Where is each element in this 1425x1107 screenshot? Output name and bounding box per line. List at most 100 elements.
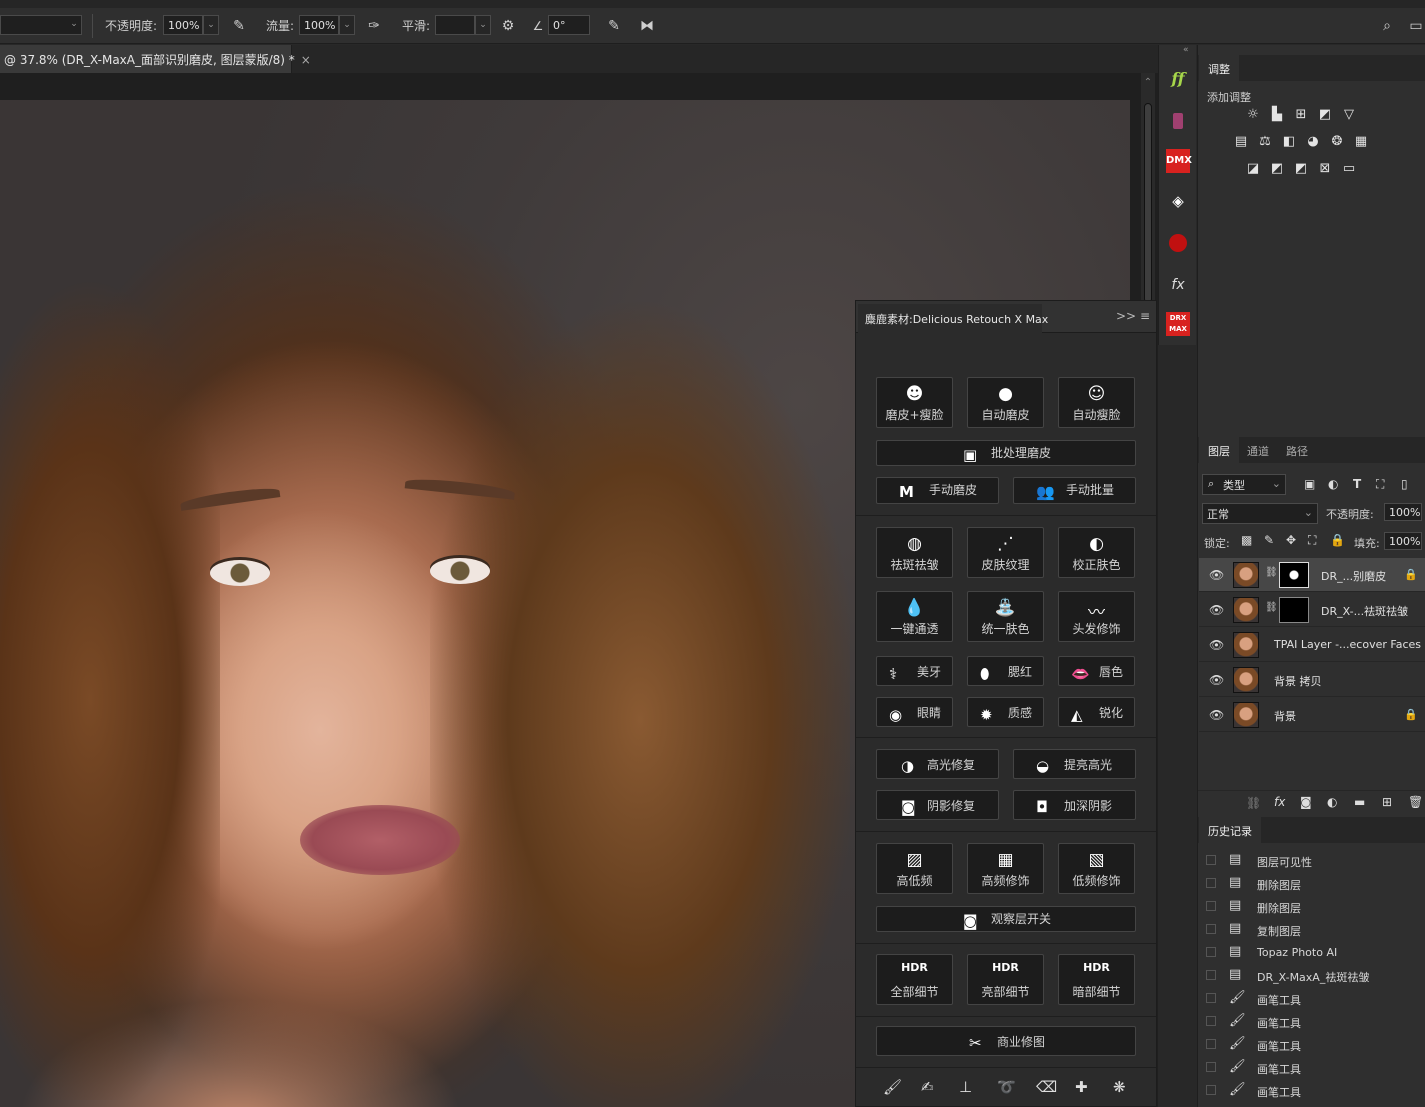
- stamp-icon[interactable]: ⊥: [959, 1078, 972, 1096]
- layer-row[interactable]: 👁 TPAI Layer -...ecover Faces: [1199, 628, 1425, 662]
- deepen-shadow-button[interactable]: ◘ 加深阴影: [1013, 790, 1136, 820]
- mixer-brush-icon[interactable]: ✍: [921, 1078, 934, 1096]
- collapse-icon[interactable]: >>: [1116, 309, 1136, 323]
- lock-all-icon[interactable]: 🔒: [1330, 533, 1345, 547]
- flow-dropdown[interactable]: ⌄: [339, 15, 355, 35]
- brighten-highlight-button[interactable]: ◒ 提亮高光: [1013, 749, 1136, 779]
- black-white-icon[interactable]: ◧: [1281, 135, 1297, 149]
- add-mask-icon[interactable]: ◙: [1300, 795, 1312, 809]
- opacity-dropdown[interactable]: ⌄: [203, 15, 219, 35]
- visibility-eye-icon[interactable]: 👁: [1209, 603, 1224, 617]
- history-item[interactable]: ▤ 图层可见性: [1199, 849, 1425, 872]
- posterize-icon[interactable]: ◩: [1269, 162, 1285, 176]
- new-group-icon[interactable]: ▬: [1354, 795, 1365, 809]
- visibility-eye-icon[interactable]: 👁: [1209, 708, 1224, 722]
- history-item[interactable]: 🖌 画笔工具: [1199, 1033, 1425, 1056]
- history-item[interactable]: ▤ 删除图层: [1199, 872, 1425, 895]
- tab-paths[interactable]: 路径: [1277, 437, 1317, 463]
- fill-field[interactable]: 100%: [1384, 532, 1422, 550]
- dmx-plugin-icon[interactable]: DMX: [1166, 149, 1192, 173]
- levels-icon[interactable]: ▙: [1269, 108, 1285, 122]
- low-freq-button[interactable]: ▧ 低频修饰: [1058, 843, 1135, 894]
- photo-filter-icon[interactable]: ◕: [1305, 135, 1321, 149]
- highlight-detail-button[interactable]: HDR 亮部细节: [967, 954, 1044, 1005]
- layer-opacity-field[interactable]: 100%: [1384, 503, 1422, 521]
- correct-skin-tone-button[interactable]: ◐ 校正肤色: [1058, 527, 1135, 578]
- history-item[interactable]: ▤ Topaz Photo AI: [1199, 941, 1425, 964]
- filter-smart-object-icon[interactable]: ▯: [1401, 477, 1408, 491]
- fx-icon[interactable]: fx: [1274, 795, 1285, 809]
- workspace-icon[interactable]: ▭: [1406, 16, 1425, 36]
- collapse-arrows-icon[interactable]: «: [1183, 45, 1189, 55]
- history-item[interactable]: 🖌 画笔工具: [1199, 1010, 1425, 1033]
- fx-icon[interactable]: fx: [1166, 273, 1190, 297]
- link-icon[interactable]: ⛓: [1265, 567, 1278, 578]
- flow-field[interactable]: 100%: [299, 15, 339, 35]
- record-icon[interactable]: [1166, 231, 1190, 255]
- curves-icon[interactable]: ⊞: [1293, 108, 1309, 122]
- dust-icon[interactable]: ❋: [1113, 1078, 1126, 1096]
- history-item[interactable]: 🖌 画笔工具: [1199, 987, 1425, 1010]
- search-icon[interactable]: ⌕: [1377, 16, 1397, 36]
- brush-icon[interactable]: 🖌: [883, 1078, 902, 1096]
- shadow-repair-button[interactable]: ◙ 阴影修复: [876, 790, 999, 820]
- invert-icon[interactable]: ◪: [1245, 162, 1261, 176]
- shadow-detail-button[interactable]: HDR 暗部细节: [1058, 954, 1135, 1005]
- history-item[interactable]: 🖌 画笔工具: [1199, 1056, 1425, 1079]
- new-layer-icon[interactable]: ⊞: [1382, 795, 1392, 809]
- brightness-icon[interactable]: ☼: [1245, 108, 1261, 122]
- visibility-eye-icon[interactable]: 👁: [1209, 568, 1224, 582]
- layer-filter-kind[interactable]: ⌕ 类型 ⌄: [1202, 474, 1286, 495]
- filter-adjustment-icon[interactable]: ◐: [1328, 477, 1338, 491]
- threshold-icon[interactable]: ◩: [1293, 162, 1309, 176]
- tag-plugin-icon[interactable]: ◈: [1166, 189, 1190, 213]
- layer-row[interactable]: 👁 ⛓ DR_X-...祛斑祛皱: [1199, 593, 1425, 627]
- angle-field[interactable]: 0°: [548, 15, 590, 35]
- eraser-icon[interactable]: ⌫: [1036, 1078, 1057, 1096]
- layer-mask-thumbnail[interactable]: [1279, 562, 1309, 588]
- lip-color-button[interactable]: 👄 唇色: [1058, 656, 1135, 686]
- hue-saturation-icon[interactable]: ▤: [1233, 135, 1249, 149]
- history-item[interactable]: ▤ 复制图层: [1199, 918, 1425, 941]
- color-lookup-icon[interactable]: ▦: [1353, 135, 1369, 149]
- commercial-retouch-button[interactable]: ✂ 商业修图: [876, 1026, 1136, 1056]
- visibility-eye-icon[interactable]: 👁: [1209, 638, 1224, 652]
- sharpen-button[interactable]: ◭ 锐化: [1058, 697, 1135, 727]
- layer-row[interactable]: 👁 ⛓ DR_...别磨皮 🔒: [1199, 558, 1425, 592]
- all-detail-button[interactable]: HDR 全部细节: [876, 954, 953, 1005]
- layer-row[interactable]: 👁 背景 🔒: [1199, 698, 1425, 732]
- lock-artboard-icon[interactable]: ⛶: [1308, 533, 1316, 548]
- manual-smooth-button[interactable]: M 手动磨皮: [876, 477, 999, 504]
- lock-position-icon[interactable]: ✥: [1286, 533, 1296, 547]
- document-tab[interactable]: @ 37.8% (DR_X-MaxA_面部识别磨皮, 图层蒙版/8) * ×: [0, 45, 311, 73]
- plugin-title[interactable]: 麋鹿素材:Delicious Retouch X Max: [858, 304, 1048, 333]
- link-layers-icon[interactable]: ⛓: [1246, 796, 1261, 810]
- tab-adjustments[interactable]: 调整: [1199, 55, 1239, 81]
- ff-plugin-icon[interactable]: ff: [1166, 67, 1190, 91]
- history-item[interactable]: ▤ DR_X-MaxA_祛斑祛皱: [1199, 964, 1425, 987]
- vibrance-icon[interactable]: ▽: [1341, 108, 1357, 122]
- texture-button[interactable]: ✹ 质感: [967, 697, 1044, 727]
- high-freq-button[interactable]: ▦ 高频修饰: [967, 843, 1044, 894]
- close-icon[interactable]: ×: [301, 53, 311, 67]
- spot-wrinkle-button[interactable]: ◍ 祛斑祛皱: [876, 527, 953, 578]
- history-item[interactable]: 🖌 画笔工具: [1199, 1079, 1425, 1102]
- eyes-button[interactable]: ◉ 眼睛: [876, 697, 953, 727]
- hair-retouch-button[interactable]: 〰 头发修饰: [1058, 591, 1135, 642]
- manual-batch-button[interactable]: 👥 手动批量: [1013, 477, 1136, 504]
- tab-channels[interactable]: 通道: [1238, 437, 1278, 463]
- blush-button[interactable]: ⬮ 腮红: [967, 656, 1044, 686]
- trash-icon[interactable]: 🗑: [1408, 795, 1423, 809]
- highlight-repair-button[interactable]: ◑ 高光修复: [876, 749, 999, 779]
- smooth-field[interactable]: [435, 15, 475, 35]
- airbrush-icon[interactable]: ✑: [364, 16, 384, 36]
- auto-slim-button[interactable]: ☺ 自动瘦脸: [1058, 377, 1135, 428]
- tab-layers[interactable]: 图层: [1199, 437, 1239, 463]
- chevron-down-icon[interactable]: ⌄: [66, 15, 82, 35]
- dmx-max-plugin-icon[interactable]: DRX MAX: [1166, 312, 1190, 336]
- blend-mode-select[interactable]: 正常 ⌄: [1202, 503, 1318, 524]
- pressure-size-icon[interactable]: ✎: [604, 16, 624, 36]
- smooth-dropdown[interactable]: ⌄: [475, 15, 491, 35]
- history-item[interactable]: ▤ 删除图层: [1199, 895, 1425, 918]
- bandage-icon[interactable]: ✚: [1075, 1078, 1088, 1096]
